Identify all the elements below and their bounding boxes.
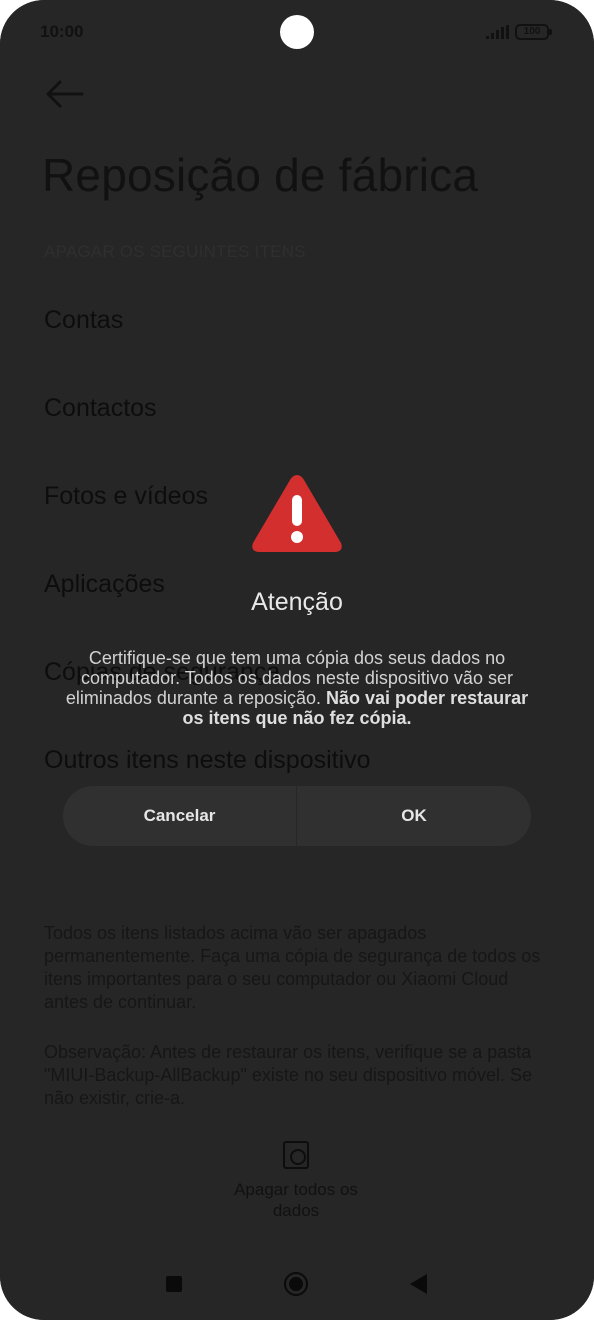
cancel-button[interactable]: Cancelar bbox=[63, 786, 296, 846]
dialog-buttons: Cancelar OK bbox=[63, 786, 531, 846]
info-paragraph: Todos os itens listados acima vão ser ap… bbox=[44, 923, 541, 1012]
note-paragraph: Observação: Antes de restaurar os itens,… bbox=[44, 1042, 532, 1108]
list-item-accounts: Contas bbox=[44, 306, 124, 334]
warning-icon bbox=[252, 475, 342, 552]
status-bar: 10:00 100 bbox=[0, 0, 594, 64]
ok-button[interactable]: OK bbox=[297, 786, 531, 846]
section-label: APAGAR OS SEGUINTES ITENS bbox=[44, 242, 306, 261]
back-arrow-icon[interactable] bbox=[44, 78, 84, 110]
battery-icon: 100 bbox=[515, 24, 552, 40]
front-camera bbox=[280, 15, 314, 49]
signal-icon bbox=[486, 25, 509, 39]
list-item-photos-videos: Fotos e vídeos bbox=[44, 482, 208, 510]
home-icon[interactable] bbox=[284, 1272, 308, 1296]
nav-back-icon[interactable] bbox=[410, 1274, 427, 1294]
dialog-title: Atenção bbox=[251, 588, 343, 616]
status-time: 10:00 bbox=[40, 22, 84, 41]
recents-icon[interactable] bbox=[166, 1276, 182, 1292]
battery-level: 100 bbox=[523, 26, 541, 37]
erase-all-button-label[interactable]: Apagar todos os dados bbox=[216, 1179, 376, 1221]
phone-frame: 10:00 100 Reposição de fábrica APAGAR OS… bbox=[0, 0, 594, 1320]
page-title: Reposição de fábrica bbox=[42, 149, 479, 201]
list-item-contacts: Contactos bbox=[44, 394, 157, 422]
list-item-other-items: Outros itens neste dispositivo bbox=[44, 746, 371, 774]
navigation-bar bbox=[0, 1250, 594, 1320]
erase-all-icon[interactable] bbox=[283, 1141, 309, 1169]
dialog-message: Certifique-se que tem uma cópia dos seus… bbox=[57, 648, 537, 728]
